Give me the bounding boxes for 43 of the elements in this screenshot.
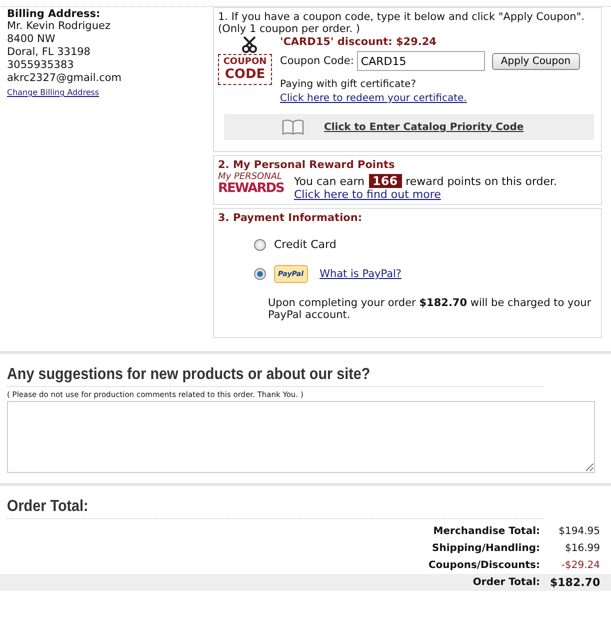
suggestions-field[interactable] <box>7 401 595 473</box>
billing-address-line: 8400 NW <box>7 33 56 46</box>
total-label: Merchandise Total: <box>433 525 540 538</box>
rewards-title: 2. My Personal Reward Points <box>218 159 396 171</box>
total-label: Coupons/Discounts: <box>428 559 540 572</box>
coupon-code-label: Coupon Code: <box>280 55 354 67</box>
billing-heading: Billing Address: <box>7 8 102 20</box>
apply-coupon-button[interactable]: Apply Coupon <box>492 52 580 70</box>
coupon-instructions: 1. If you have a coupon code, type it below and click "Apply Coupon". <box>218 11 586 23</box>
total-value: $16.99 <box>564 542 600 555</box>
gift-certificate-text: Paying with gift certificate? <box>280 79 416 90</box>
reward-text: You can earn <box>294 174 365 188</box>
credit-card-label: Credit Card <box>274 238 336 251</box>
what-is-paypal-link[interactable]: What is PayPal? <box>320 268 402 280</box>
change-billing-link[interactable]: Change Billing Address <box>7 88 100 97</box>
radio-button[interactable] <box>254 238 266 250</box>
billing-address-line: Mr. Kevin Rodriguez <box>7 20 112 33</box>
total-value: -$29.24 <box>560 559 600 572</box>
scissors-icon <box>240 36 260 54</box>
reward-points-badge: 166 <box>368 174 402 188</box>
book-icon <box>282 119 304 135</box>
total-label: Order Total: <box>472 576 540 589</box>
billing-address-line: Doral, FL 33198 <box>7 46 92 59</box>
discount-text: 'CARD15' discount: $29.24 <box>280 36 438 48</box>
suggestions-heading: Any suggestions for new products or about our site? <box>7 366 544 387</box>
redeem-certificate-link[interactable]: Click here to redeem your certificate. <box>280 93 467 105</box>
billing-address-line: akrc2327@gmail.com <box>7 72 123 85</box>
paypal-charge-note: Upon completing your order $182.70 will be charged to your PayPal account. <box>268 297 592 321</box>
payment-title: 3. Payment Information: <box>218 212 364 224</box>
total-value: $182.70 <box>550 576 600 589</box>
billing-address-line: 3055935383 <box>7 59 75 72</box>
catalog-priority-link[interactable]: Click to Enter Catalog Priority Code <box>324 122 524 132</box>
reward-text: reward points on this order. <box>406 174 558 188</box>
personal-rewards-logo: My PERSONAL REWARDS <box>218 172 285 194</box>
order-total-heading: Order Total: <box>7 498 544 519</box>
find-out-more-link[interactable]: Click here to find out more <box>294 188 441 201</box>
coupon-note: (Only 1 coupon per order. ) <box>218 23 362 35</box>
total-label: Shipping/Handling: <box>432 542 540 555</box>
total-value: $194.95 <box>558 525 600 538</box>
coupon-code-logo: COUPON CODE <box>218 54 272 85</box>
coupon-code-field[interactable]: CARD15 <box>356 51 485 71</box>
catalog-priority-bar[interactable]: Click to Enter Catalog Priority Code <box>224 114 594 140</box>
radio-button[interactable] <box>254 268 266 280</box>
